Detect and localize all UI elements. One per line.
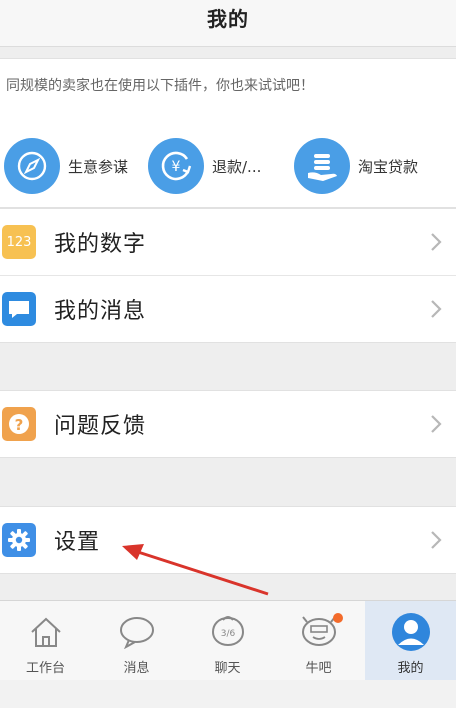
plugin-label: 退款/... xyxy=(212,157,262,176)
menu-item-feedback[interactable]: ? 问题反馈 xyxy=(0,391,456,457)
plugin-item-refund[interactable]: ¥ 退款/... xyxy=(148,137,261,195)
number-icon: 123 xyxy=(2,225,36,259)
svg-text:?: ? xyxy=(15,416,24,434)
menu-item-label: 我的消息 xyxy=(54,299,147,324)
tab-label: 我的 xyxy=(397,661,424,676)
plugin-recommendations: 同规模的卖家也在使用以下插件，你也来试试吧！ 生意参谋 ¥ 退款/... 淘宝贷… xyxy=(0,58,456,208)
tab-workbench[interactable]: 工作台 xyxy=(0,601,91,681)
bottom-safe-area xyxy=(0,680,456,708)
tab-label: 消息 xyxy=(123,661,150,676)
home-icon xyxy=(28,613,64,651)
tab-label: 聊天 xyxy=(214,661,241,676)
tab-niuba[interactable]: 牛吧 xyxy=(273,601,364,681)
menu-item-label: 设置 xyxy=(54,530,101,555)
chevron-right-icon xyxy=(431,233,442,251)
plugin-item-taobao-loan[interactable]: 淘宝贷款 xyxy=(294,137,418,195)
page-title: 我的 xyxy=(207,6,249,31)
menu-item-my-number[interactable]: 123 我的数字 xyxy=(0,209,456,275)
plugin-label: 淘宝贷款 xyxy=(358,157,419,176)
tab-label: 工作台 xyxy=(25,661,65,676)
plugin-label: 生意参谋 xyxy=(68,157,129,176)
refund-yen-icon: ¥ xyxy=(148,138,204,194)
tab-messages[interactable]: 消息 xyxy=(91,601,182,681)
menu-group-primary: 123 我的数字 我的消息 xyxy=(0,208,456,343)
cow-icon xyxy=(299,613,343,651)
menu-item-my-messages[interactable]: 我的消息 xyxy=(0,275,456,342)
user-icon xyxy=(391,613,431,651)
tab-label: 牛吧 xyxy=(305,661,332,676)
menu-item-label: 问题反馈 xyxy=(54,414,147,439)
chevron-right-icon xyxy=(431,300,442,318)
hand-coins-icon xyxy=(294,138,350,194)
tab-chat[interactable]: 3/6 聊天 xyxy=(182,601,273,681)
bottom-tab-bar: 工作台 消息 3/6 聊天 牛吧 我的 xyxy=(0,600,456,681)
gear-icon xyxy=(2,523,36,557)
message-icon xyxy=(2,292,36,326)
chat-badge-text: 3/6 xyxy=(220,629,235,639)
chat-icon: 3/6 xyxy=(209,613,247,651)
plugin-hint-text: 同规模的卖家也在使用以下插件，你也来试试吧！ xyxy=(6,78,314,94)
compass-icon xyxy=(4,138,60,194)
chevron-right-icon xyxy=(431,415,442,433)
menu-item-label: 我的数字 xyxy=(54,232,147,257)
tab-mine[interactable]: 我的 xyxy=(365,601,456,681)
number-icon-text: 123 xyxy=(6,234,32,250)
chevron-right-icon xyxy=(431,531,442,549)
header: 我的 xyxy=(0,0,456,47)
menu-item-settings[interactable]: 设置 xyxy=(0,507,456,573)
notification-dot xyxy=(332,613,343,623)
svg-text:¥: ¥ xyxy=(172,159,181,175)
plugin-item-business-advisor[interactable]: 生意参谋 xyxy=(4,137,128,195)
question-icon: ? xyxy=(2,407,36,441)
chat-bubble-icon xyxy=(118,613,156,651)
menu-group-feedback: ? 问题反馈 xyxy=(0,390,456,458)
menu-group-settings: 设置 xyxy=(0,506,456,574)
